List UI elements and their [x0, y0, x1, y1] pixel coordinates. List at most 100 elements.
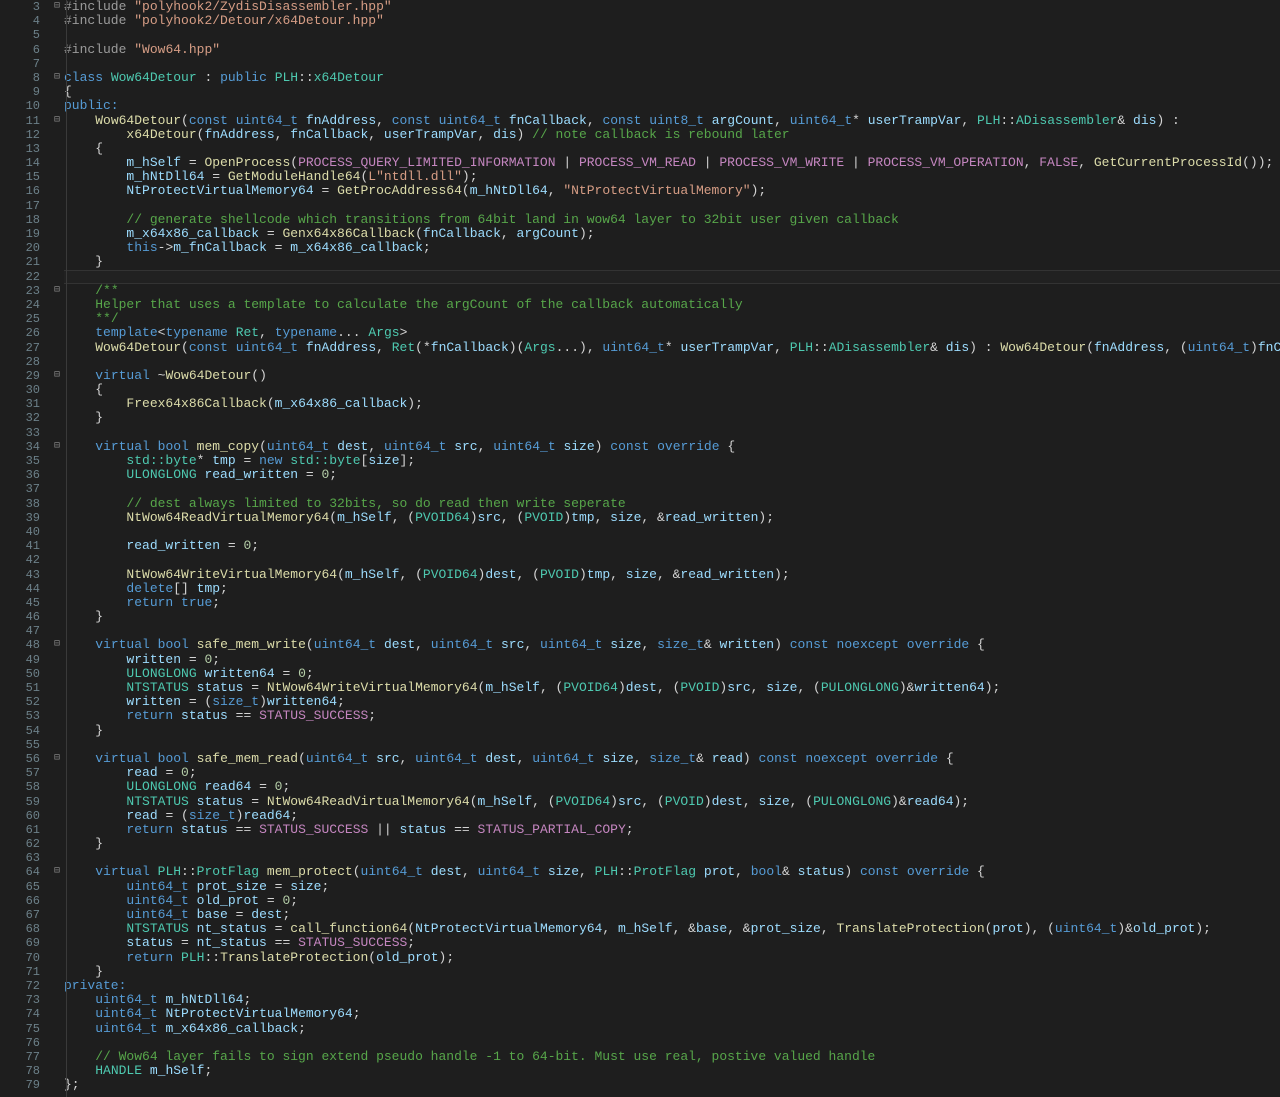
- code-line[interactable]: x64Detour(fnAddress, fnCallback, userTra…: [64, 128, 1280, 142]
- code-line[interactable]: [64, 482, 1280, 496]
- code-line[interactable]: }: [64, 255, 1280, 269]
- fold-marker[interactable]: [50, 1036, 64, 1050]
- code-line[interactable]: **/: [64, 312, 1280, 326]
- fold-marker[interactable]: [50, 142, 64, 156]
- fold-column[interactable]: ⊟⊟⊟⊟⊟⊟⊟⊟⊟: [50, 0, 64, 1097]
- code-line[interactable]: HANDLE m_hSelf;: [64, 1064, 1280, 1078]
- fold-marker[interactable]: [50, 99, 64, 113]
- fold-marker[interactable]: [50, 511, 64, 525]
- code-line[interactable]: read_written = 0;: [64, 539, 1280, 553]
- fold-marker[interactable]: [50, 341, 64, 355]
- code-line[interactable]: delete[] tmp;: [64, 582, 1280, 596]
- fold-marker[interactable]: [50, 213, 64, 227]
- fold-marker[interactable]: [50, 312, 64, 326]
- code-line[interactable]: [64, 57, 1280, 71]
- code-line[interactable]: [64, 270, 1280, 284]
- fold-marker[interactable]: ⊟: [50, 71, 64, 85]
- code-line[interactable]: uint64_t prot_size = size;: [64, 880, 1280, 894]
- fold-marker[interactable]: [50, 936, 64, 950]
- fold-marker[interactable]: [50, 1050, 64, 1064]
- fold-marker[interactable]: [50, 809, 64, 823]
- code-line[interactable]: [64, 28, 1280, 42]
- code-line[interactable]: }: [64, 610, 1280, 624]
- fold-marker[interactable]: [50, 965, 64, 979]
- fold-marker[interactable]: [50, 28, 64, 42]
- fold-marker[interactable]: [50, 596, 64, 610]
- fold-marker[interactable]: [50, 525, 64, 539]
- fold-marker[interactable]: [50, 993, 64, 1007]
- code-line[interactable]: m_x64x86_callback = Genx64x86Callback(fn…: [64, 227, 1280, 241]
- fold-marker[interactable]: [50, 653, 64, 667]
- fold-marker[interactable]: [50, 1007, 64, 1021]
- fold-marker[interactable]: [50, 241, 64, 255]
- code-line[interactable]: m_hNtDll64 = GetModuleHandle64(L"ntdll.d…: [64, 170, 1280, 184]
- code-line[interactable]: /**: [64, 284, 1280, 298]
- fold-marker[interactable]: [50, 894, 64, 908]
- code-line[interactable]: }: [64, 837, 1280, 851]
- code-line[interactable]: m_hSelf = OpenProcess(PROCESS_QUERY_LIMI…: [64, 156, 1280, 170]
- code-editor[interactable]: 3456789101112131415161718192021222324252…: [0, 0, 1280, 1097]
- fold-marker[interactable]: [50, 582, 64, 596]
- fold-marker[interactable]: ⊟: [50, 114, 64, 128]
- code-line[interactable]: uint64_t m_hNtDll64;: [64, 993, 1280, 1007]
- code-line[interactable]: NtProtectVirtualMemory64 = GetProcAddres…: [64, 184, 1280, 198]
- fold-marker[interactable]: [50, 837, 64, 851]
- code-line[interactable]: class Wow64Detour : public PLH::x64Detou…: [64, 71, 1280, 85]
- fold-marker[interactable]: ⊟: [50, 440, 64, 454]
- code-line[interactable]: virtual ~Wow64Detour(): [64, 369, 1280, 383]
- fold-marker[interactable]: [50, 497, 64, 511]
- code-line[interactable]: status = nt_status == STATUS_SUCCESS;: [64, 936, 1280, 950]
- code-line[interactable]: }: [64, 724, 1280, 738]
- code-line[interactable]: [64, 851, 1280, 865]
- code-line[interactable]: // Wow64 layer fails to sign extend pseu…: [64, 1050, 1280, 1064]
- fold-marker[interactable]: [50, 922, 64, 936]
- code-line[interactable]: Wow64Detour(const uint64_t fnAddress, Re…: [64, 341, 1280, 355]
- code-area[interactable]: #include "polyhook2/ZydisDisassembler.hp…: [64, 0, 1280, 1097]
- fold-marker[interactable]: [50, 851, 64, 865]
- fold-marker[interactable]: [50, 482, 64, 496]
- fold-marker[interactable]: ⊟: [50, 0, 64, 14]
- fold-marker[interactable]: [50, 85, 64, 99]
- code-line[interactable]: NtWow64WriteVirtualMemory64(m_hSelf, (PV…: [64, 568, 1280, 582]
- code-line[interactable]: [64, 1036, 1280, 1050]
- code-line[interactable]: read = 0;: [64, 766, 1280, 780]
- fold-marker[interactable]: [50, 568, 64, 582]
- fold-marker[interactable]: [50, 1022, 64, 1036]
- fold-marker[interactable]: [50, 270, 64, 284]
- fold-marker[interactable]: [50, 255, 64, 269]
- code-line[interactable]: virtual PLH::ProtFlag mem_protect(uint64…: [64, 865, 1280, 879]
- code-line[interactable]: return true;: [64, 596, 1280, 610]
- fold-marker[interactable]: [50, 298, 64, 312]
- code-line[interactable]: NTSTATUS status = NtWow64ReadVirtualMemo…: [64, 795, 1280, 809]
- fold-marker[interactable]: [50, 454, 64, 468]
- fold-marker[interactable]: [50, 184, 64, 198]
- code-line[interactable]: {: [64, 85, 1280, 99]
- code-line[interactable]: ULONGLONG read64 = 0;: [64, 780, 1280, 794]
- code-line[interactable]: }: [64, 965, 1280, 979]
- code-line[interactable]: this->m_fnCallback = m_x64x86_callback;: [64, 241, 1280, 255]
- fold-marker[interactable]: ⊟: [50, 638, 64, 652]
- fold-marker[interactable]: [50, 795, 64, 809]
- code-line[interactable]: [64, 426, 1280, 440]
- fold-marker[interactable]: [50, 156, 64, 170]
- fold-marker[interactable]: ⊟: [50, 284, 64, 298]
- fold-marker[interactable]: [50, 355, 64, 369]
- code-line[interactable]: template<typename Ret, typename... Args>: [64, 326, 1280, 340]
- code-line[interactable]: private:: [64, 979, 1280, 993]
- code-line[interactable]: return status == STATUS_SUCCESS || statu…: [64, 823, 1280, 837]
- fold-marker[interactable]: [50, 1064, 64, 1078]
- code-line[interactable]: #include "polyhook2/ZydisDisassembler.hp…: [64, 0, 1280, 14]
- code-line[interactable]: [64, 738, 1280, 752]
- fold-marker[interactable]: [50, 43, 64, 57]
- fold-marker[interactable]: [50, 1078, 64, 1092]
- code-line[interactable]: [64, 624, 1280, 638]
- code-line[interactable]: NTSTATUS status = NtWow64WriteVirtualMem…: [64, 681, 1280, 695]
- code-line[interactable]: [64, 525, 1280, 539]
- fold-marker[interactable]: [50, 553, 64, 567]
- code-line[interactable]: virtual bool mem_copy(uint64_t dest, uin…: [64, 440, 1280, 454]
- fold-marker[interactable]: [50, 383, 64, 397]
- fold-marker[interactable]: [50, 170, 64, 184]
- fold-marker[interactable]: [50, 724, 64, 738]
- code-line[interactable]: virtual bool safe_mem_write(uint64_t des…: [64, 638, 1280, 652]
- fold-marker[interactable]: ⊟: [50, 865, 64, 879]
